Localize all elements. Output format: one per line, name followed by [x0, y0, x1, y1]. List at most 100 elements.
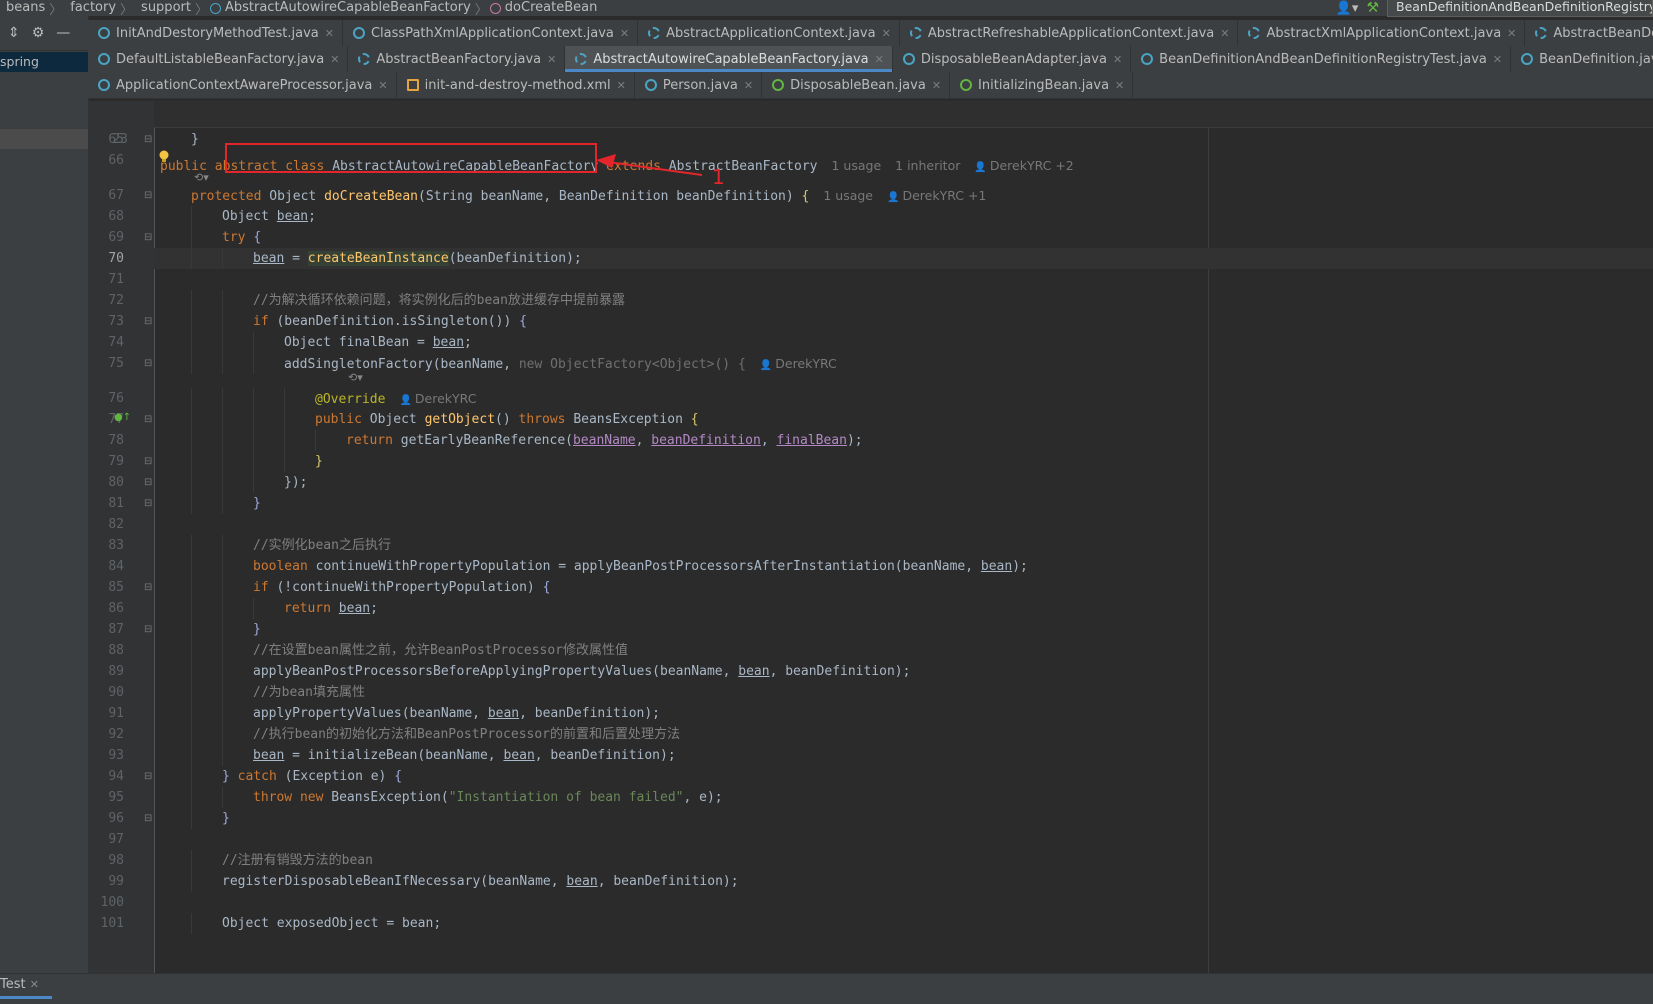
close-icon[interactable]: ✕ — [325, 27, 334, 40]
close-icon[interactable]: ✕ — [620, 27, 629, 40]
run-configuration-selector[interactable]: BeanDefinitionAndBeanDefinitionRegistryT… — [1387, 0, 1653, 17]
editor-tab[interactable]: InitAndDestoryMethodTest.java ✕ — [88, 20, 343, 46]
project-tree-selected-row[interactable] — [0, 129, 88, 149]
editor-tab[interactable]: AbstractApplicationContext.java ✕ — [638, 20, 900, 46]
fold-marker-icon[interactable]: ⊟ — [144, 232, 152, 243]
author-hint[interactable]: DerekYRC +1 — [902, 188, 986, 203]
breadcrumb-item[interactable]: beans — [0, 0, 47, 16]
editor-tab[interactable]: InitializingBean.java ✕ — [950, 72, 1134, 98]
user-icon[interactable]: 👤▾ — [1336, 1, 1359, 16]
breadcrumb-item[interactable]: support — [135, 0, 193, 16]
close-icon[interactable]: ✕ — [1115, 79, 1124, 92]
fold-marker-icon[interactable]: ⊟ — [144, 477, 152, 488]
breadcrumb-item[interactable]: factory — [64, 0, 118, 16]
editor-tab[interactable]: AbstractAutowireCapableBeanFactory.java ✕ — [565, 46, 893, 72]
usages-hint[interactable]: 1 usage — [823, 188, 873, 203]
editor-tab[interactable]: BeanDefinition.java✕ — [1511, 46, 1653, 72]
fold-marker-icon[interactable]: ⊟ — [144, 190, 152, 201]
editor-tab[interactable]: DefaultListableBeanFactory.java ✕ — [88, 46, 349, 72]
editor-tabs-row-1: InitAndDestoryMethodTest.java ✕ ClassPathX… — [88, 20, 1653, 47]
override-marker-icon[interactable]: ●↑ — [114, 412, 131, 423]
editor-tab[interactable]: AbstractXmlApplicationContext.java ✕ — [1238, 20, 1526, 46]
code-line: 67 protected Object doCreateBean(String b… — [108, 188, 987, 204]
fold-marker-icon[interactable]: ⊟ — [144, 771, 152, 782]
fold-marker-icon[interactable]: ⊟ — [144, 316, 152, 327]
close-icon[interactable]: ✕ — [744, 79, 753, 92]
author-hint[interactable]: DerekYRC — [415, 391, 477, 406]
fold-marker-icon[interactable]: ⊟ — [144, 813, 152, 824]
code-area[interactable]: protected Object applyBeanPostProcessors… — [100, 101, 1653, 973]
build-icon[interactable]: ⚒ — [1366, 0, 1379, 16]
editor-tab[interactable]: Person.java ✕ — [635, 72, 763, 98]
close-icon[interactable]: ✕ — [1113, 53, 1122, 66]
code-vision-icon[interactable]: ⟲▾ — [348, 371, 363, 384]
line-number: 23 — [112, 132, 128, 147]
code-line: 88//在设置bean属性之前，允许BeanPostProcessor修改属性值 — [108, 640, 1653, 661]
editor-tab[interactable]: init-and-destroy-method.xml ✕ — [397, 72, 635, 98]
editor-tab[interactable]: BeanDefinitionAndBeanDefinitionRegistryT… — [1131, 46, 1512, 72]
run-tool-tab[interactable]: Test ✕ — [0, 974, 52, 999]
close-icon[interactable]: ✕ — [875, 53, 884, 66]
code-line: 96} — [108, 808, 1653, 829]
editor-tab[interactable]: AbstractBeanDefinitionReader.java✕ — [1525, 20, 1653, 46]
sticky-class-header[interactable]: 23 public abstract class AbstractAutowir… — [112, 101, 1653, 174]
bottom-tool-bar: Test ✕ — [0, 973, 1653, 1004]
close-icon[interactable]: ✕ — [1220, 27, 1229, 40]
close-icon[interactable]: ✕ — [547, 53, 556, 66]
tab-label: BeanDefinition.java — [1539, 51, 1653, 67]
editor-tab[interactable]: DisposableBean.java ✕ — [762, 72, 951, 98]
close-icon[interactable]: ✕ — [617, 79, 626, 92]
fold-marker-icon[interactable]: ⊟ — [144, 582, 152, 593]
fold-marker-icon[interactable]: ⊟ — [144, 414, 152, 425]
close-icon[interactable]: ✕ — [932, 79, 941, 92]
code-line: 90//为bean填充属性 — [108, 682, 1653, 703]
code-line: 91 applyPropertyValues(beanName, bean, be… — [108, 703, 1653, 724]
lightbulb-icon[interactable] — [158, 150, 170, 164]
method-icon — [489, 2, 501, 14]
close-icon[interactable]: ✕ — [1507, 27, 1516, 40]
person-icon: 👤 — [399, 395, 412, 406]
code-editor[interactable]: 23 public abstract class AbstractAutowir… — [88, 101, 1653, 973]
breadcrumb-item[interactable]: doCreateBean — [505, 0, 600, 16]
author-hint[interactable]: DerekYRC +2 — [990, 158, 1074, 173]
editor-tab[interactable]: DisposableBeanAdapter.java ✕ — [893, 46, 1132, 72]
code-line: 72//为解决循环依赖问题，将实例化后的bean放进缓存中提前暴露 — [108, 290, 1653, 311]
editor-tab[interactable]: ApplicationContextAwareProcessor.java ✕ — [88, 72, 397, 98]
class-icon — [648, 27, 661, 39]
fold-marker-icon[interactable]: ⊟ — [144, 456, 152, 467]
collapse-all-icon[interactable]: ⇕ — [8, 25, 20, 41]
class-icon — [644, 79, 657, 91]
editor-tab[interactable]: ClassPathXmlApplicationContext.java ✕ — [343, 20, 639, 46]
inheritors-hint[interactable]: 1 inheritor — [895, 158, 960, 173]
breadcrumb-item[interactable]: AbstractAutowireCapableBeanFactory — [225, 0, 473, 16]
editor-tab[interactable]: AbstractBeanFactory.java ✕ — [348, 46, 566, 72]
class-icon — [575, 53, 588, 65]
code-line: 82 — [108, 517, 124, 532]
fold-marker-icon[interactable]: ⊟ — [144, 358, 152, 369]
code-line: 73 if (beanDefinition.isSingleton()) { — [108, 311, 1653, 332]
annotation-arrow-icon — [596, 154, 703, 176]
fold-marker-icon[interactable]: ⊟ — [144, 624, 152, 635]
author-hint[interactable]: DerekYRC — [775, 356, 837, 371]
close-icon[interactable]: ✕ — [882, 27, 891, 40]
run-config-label: BeanDefinitionAndBeanDefinitionRegistryT… — [1396, 0, 1653, 14]
close-icon[interactable]: ✕ — [1493, 53, 1502, 66]
close-icon[interactable]: ✕ — [330, 53, 339, 66]
editor-tab[interactable]: AbstractRefreshableApplicationContext.ja… — [900, 20, 1239, 46]
tab-label: AbstractRefreshableApplicationContext.ja… — [927, 25, 1215, 41]
fold-marker-icon[interactable]: ⊟ — [144, 134, 152, 145]
class-icon — [909, 27, 922, 39]
fold-marker-icon[interactable]: ⊟ — [144, 498, 152, 509]
hide-icon[interactable]: — — [56, 25, 70, 41]
tab-label: AbstractAutowireCapableBeanFactory.java — [593, 51, 869, 67]
usages-hint[interactable]: 1 usage — [831, 158, 881, 173]
code-line: 68 Object bean; — [108, 206, 1653, 227]
gear-icon[interactable]: ⚙ — [32, 25, 45, 41]
tab-label: AbstractApplicationContext.java — [666, 25, 876, 41]
close-icon[interactable]: ✕ — [378, 79, 387, 92]
code-line: 100 — [100, 895, 124, 910]
project-tree-item[interactable]: spring — [0, 52, 88, 72]
code-line: 81} — [108, 493, 1653, 514]
annotation-highlight-box — [225, 143, 597, 173]
close-icon[interactable]: ✕ — [30, 978, 39, 991]
